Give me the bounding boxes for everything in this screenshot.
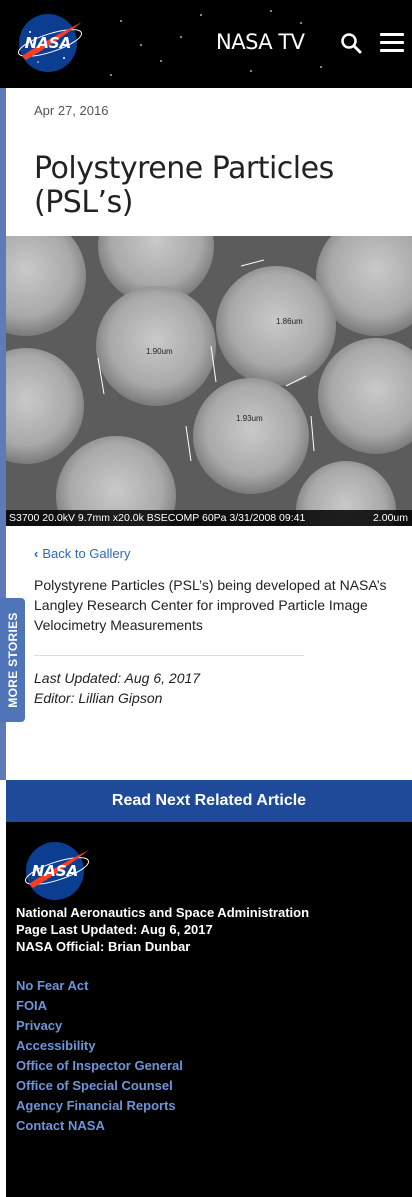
footer-link-no-fear-act[interactable]: No Fear Act (16, 976, 183, 996)
article-date: Apr 27, 2016 (34, 103, 109, 118)
footer-link-special-counsel[interactable]: Office of Special Counsel (16, 1076, 183, 1096)
site-header: NASA NASA TV (0, 0, 412, 88)
svg-text:NASA: NASA (25, 34, 72, 52)
footer-link-financial-reports[interactable]: Agency Financial Reports (16, 1096, 183, 1116)
back-to-gallery-label: Back to Gallery (42, 546, 131, 561)
article-meta: Last Updated: Aug 6, 2017 Editor: Lillia… (34, 668, 200, 708)
svg-text:NASA: NASA (32, 862, 79, 880)
divider (34, 655, 304, 656)
chevron-left-icon: ‹ (34, 546, 39, 561)
search-icon[interactable] (340, 32, 362, 54)
sem-image: 1.90um 1.86um 1.93um S3700 20.0kV 9.7mm … (6, 236, 412, 526)
site-footer: NASA National Aeronautics and Space Admi… (6, 822, 412, 1197)
read-next-button[interactable]: Read Next Related Article (6, 780, 412, 822)
agency-name: National Aeronautics and Space Administr… (16, 905, 310, 920)
more-stories-tab[interactable]: MORE STORIES (0, 598, 25, 722)
last-updated: Last Updated: Aug 6, 2017 (34, 670, 201, 686)
nasa-logo-footer[interactable]: NASA (22, 840, 92, 902)
back-to-gallery-link[interactable]: ‹ Back to Gallery (34, 546, 131, 561)
svg-text:1.90um: 1.90um (146, 347, 173, 356)
footer-link-inspector-general[interactable]: Office of Inspector General (16, 1056, 183, 1076)
nasa-official: NASA Official: Brian Dunbar (16, 939, 191, 954)
footer-links: No Fear Act FOIA Privacy Accessibility O… (16, 976, 183, 1136)
image-caption-bar: S3700 20.0kV 9.7mm x20.0k BSECOMP 60Pa 3… (6, 510, 412, 526)
nasa-logo[interactable]: NASA (16, 12, 84, 74)
footer-link-accessibility[interactable]: Accessibility (16, 1036, 183, 1056)
editor: Editor: Lillian Gipson (34, 690, 163, 706)
image-caption-left: S3700 20.0kV 9.7mm x20.0k BSECOMP 60Pa 3… (9, 512, 306, 524)
footer-link-contact-nasa[interactable]: Contact NASA (16, 1116, 183, 1136)
page-updated: Page Last Updated: Aug 6, 2017 (16, 922, 213, 937)
nasa-tv-link[interactable]: NASA TV (216, 30, 305, 54)
svg-text:1.86um: 1.86um (276, 317, 303, 326)
menu-icon[interactable] (380, 33, 404, 53)
more-stories-label: MORE STORIES (5, 612, 20, 708)
footer-link-foia[interactable]: FOIA (16, 996, 183, 1016)
footer-info: National Aeronautics and Space Administr… (16, 904, 309, 955)
image-scale-label: 2.00um (372, 512, 408, 524)
svg-text:1.93um: 1.93um (236, 414, 263, 423)
page-title: Polystyrene Particles (PSL’s) (34, 151, 334, 220)
article-description: Polystyrene Particles (PSL’s) being deve… (34, 577, 387, 633)
footer-link-privacy[interactable]: Privacy (16, 1016, 183, 1036)
